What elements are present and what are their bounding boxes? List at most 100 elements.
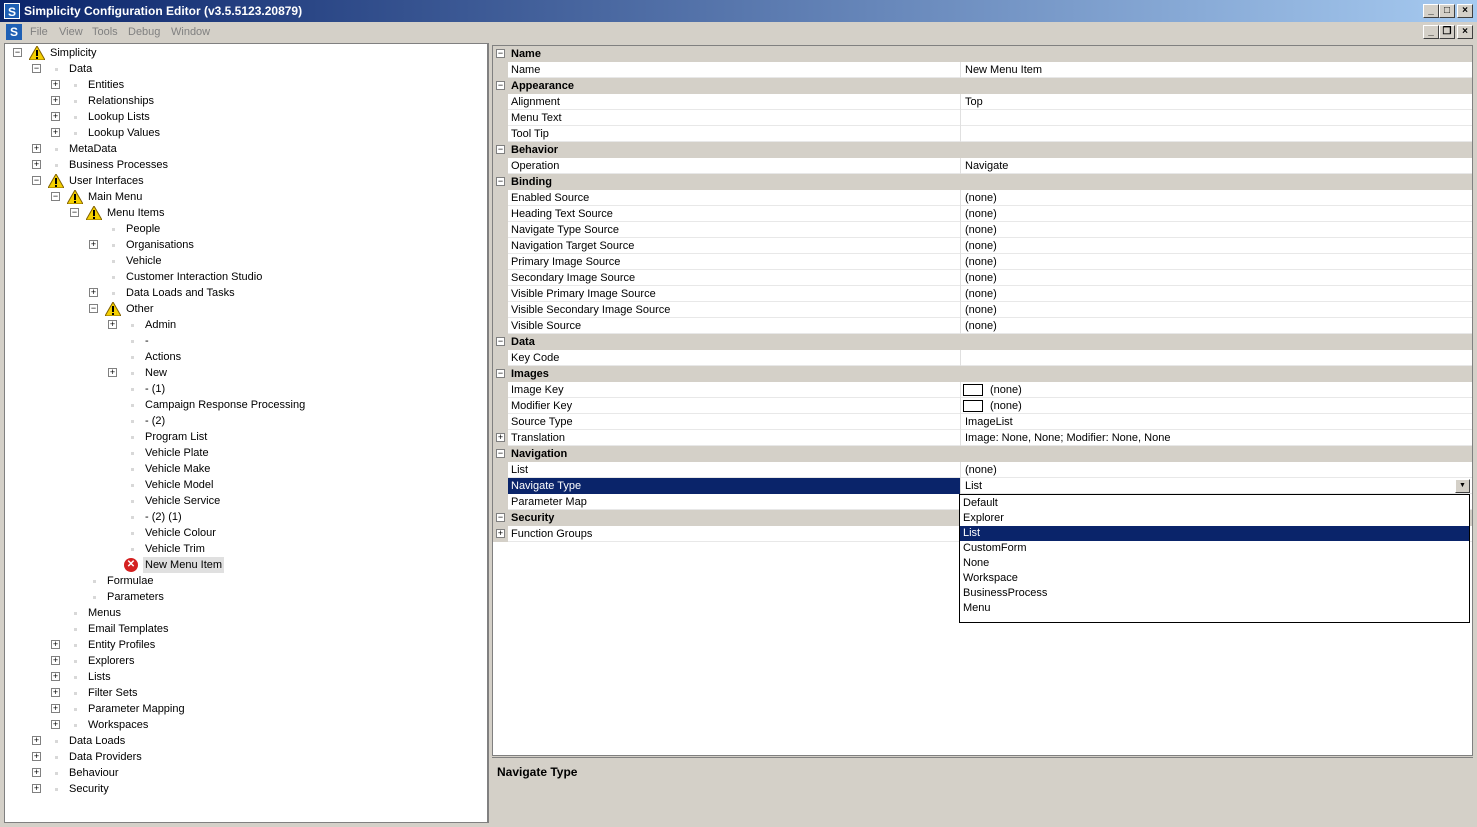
property-value[interactable]: (none) (965, 238, 997, 254)
property-value[interactable]: (none) (965, 286, 997, 302)
pane-splitter[interactable] (488, 43, 491, 823)
tree-item[interactable]: + Organisations (5, 237, 485, 253)
property-grid[interactable]: − Name Name New Menu Item − Appearance Alignme… (492, 45, 1473, 756)
property-row[interactable]: Source Type ImageList (493, 414, 1472, 430)
expand-icon[interactable]: + (32, 160, 41, 169)
property-value[interactable]: (none) (990, 382, 1022, 398)
collapse-icon[interactable]: − (496, 145, 505, 154)
close-button[interactable]: × (1457, 4, 1473, 18)
tree-item[interactable]: + Data Loads (5, 733, 485, 749)
mdi-restore-button[interactable]: ❐ (1439, 25, 1455, 39)
tree-item[interactable]: Vehicle Model (5, 477, 485, 493)
property-value[interactable]: (none) (965, 318, 997, 334)
expand-icon[interactable]: + (32, 752, 41, 761)
collapse-icon[interactable]: − (496, 177, 505, 186)
tree-item[interactable]: − Data (5, 61, 485, 77)
property-value[interactable]: (none) (965, 270, 997, 286)
tree-item[interactable]: Program List (5, 429, 485, 445)
collapse-icon[interactable]: − (32, 64, 41, 73)
tree-item[interactable]: − Main Menu (5, 189, 485, 205)
maximize-button[interactable]: □ (1439, 4, 1455, 18)
property-row[interactable]: + Translation Image: None, None; Modifier:… (493, 430, 1472, 446)
dropdown-option[interactable]: BusinessProcess (960, 586, 1469, 601)
expand-icon[interactable]: + (51, 720, 60, 729)
expand-icon[interactable]: + (51, 128, 60, 137)
collapse-icon[interactable]: − (496, 49, 505, 58)
expand-icon[interactable]: + (51, 704, 60, 713)
property-category[interactable]: − Appearance (493, 78, 1472, 94)
tree-item[interactable]: + Lists (5, 669, 485, 685)
property-category[interactable]: − Images (493, 366, 1472, 382)
collapse-icon[interactable]: − (32, 176, 41, 185)
collapse-icon[interactable]: − (496, 369, 505, 378)
tree-item[interactable]: + Entities (5, 77, 485, 93)
property-value[interactable]: Navigate (965, 158, 1008, 174)
property-value[interactable]: ImageList (965, 414, 1013, 430)
collapse-icon[interactable]: − (496, 449, 505, 458)
expand-icon[interactable]: + (32, 784, 41, 793)
tree-item[interactable]: Formulae (5, 573, 485, 589)
tree-item[interactable]: - (2) (5, 413, 485, 429)
tree-item[interactable]: + Lookup Values (5, 125, 485, 141)
property-row[interactable]: Key Code (493, 350, 1472, 366)
property-row[interactable]: Image Key (none) (493, 382, 1472, 398)
property-row[interactable]: Modifier Key (none) (493, 398, 1472, 414)
tree-item[interactable]: Campaign Response Processing (5, 397, 485, 413)
menu-view[interactable]: View (59, 26, 83, 38)
tree-item[interactable]: + Explorers (5, 653, 485, 669)
tree-item[interactable]: + Behaviour (5, 765, 485, 781)
tree-item[interactable]: + Data Providers (5, 749, 485, 765)
menu-file[interactable]: File (30, 26, 48, 38)
expand-icon[interactable]: + (51, 112, 60, 121)
tree-item[interactable]: − Simplicity (5, 45, 485, 61)
collapse-icon[interactable]: − (51, 192, 60, 201)
tree-item[interactable]: Vehicle Service (5, 493, 485, 509)
menu-window[interactable]: Window (171, 26, 210, 38)
tree-item[interactable]: Vehicle (5, 253, 485, 269)
property-value[interactable]: List (965, 478, 982, 494)
property-row[interactable]: Visible Source (none) (493, 318, 1472, 334)
tree-item[interactable]: Email Templates (5, 621, 485, 637)
property-row[interactable]: List (none) (493, 462, 1472, 478)
expand-icon[interactable]: + (108, 320, 117, 329)
expand-icon[interactable]: + (51, 640, 60, 649)
dropdown-option[interactable]: Default (960, 496, 1469, 511)
dropdown-option[interactable]: Workspace (960, 571, 1469, 586)
tree-item[interactable]: + Relationships (5, 93, 485, 109)
tree-item[interactable]: + Business Processes (5, 157, 485, 173)
property-row[interactable]: Navigation Target Source (none) (493, 238, 1472, 254)
minimize-button[interactable]: _ (1423, 4, 1439, 18)
collapse-icon[interactable]: − (496, 337, 505, 346)
tree-item[interactable]: + Data Loads and Tasks (5, 285, 485, 301)
expand-icon[interactable]: + (51, 672, 60, 681)
property-category[interactable]: − Navigation (493, 446, 1472, 462)
property-row[interactable]: Tool Tip (493, 126, 1472, 142)
tree-item[interactable]: − User Interfaces (5, 173, 485, 189)
menu-tools[interactable]: Tools (92, 26, 118, 38)
property-row[interactable]: Navigate Type Source (none) (493, 222, 1472, 238)
property-row[interactable]: Menu Text (493, 110, 1472, 126)
tree-item[interactable]: ✕ New Menu Item (5, 557, 485, 573)
expand-icon[interactable]: + (89, 240, 98, 249)
dropdown-option[interactable]: CustomForm (960, 541, 1469, 556)
tree-item[interactable]: Customer Interaction Studio (5, 269, 485, 285)
expand-icon[interactable]: + (32, 144, 41, 153)
property-row[interactable]: Visible Primary Image Source (none) (493, 286, 1472, 302)
tree-item[interactable]: Menus (5, 605, 485, 621)
property-row[interactable]: Enabled Source (none) (493, 190, 1472, 206)
mdi-minimize-button[interactable]: _ (1423, 25, 1439, 39)
property-category[interactable]: − Name (493, 46, 1472, 62)
expand-icon[interactable]: + (51, 96, 60, 105)
property-category[interactable]: − Binding (493, 174, 1472, 190)
expand-icon[interactable]: + (32, 736, 41, 745)
tree-item[interactable]: + Security (5, 781, 485, 797)
property-row[interactable]: Alignment Top (493, 94, 1472, 110)
configuration-tree[interactable]: − Simplicity − Data + Entities + Relationships +… (4, 43, 488, 823)
property-row[interactable]: Name New Menu Item (493, 62, 1472, 78)
dropdown-option[interactable]: List (960, 526, 1469, 541)
tree-item[interactable]: People (5, 221, 485, 237)
property-value[interactable]: New Menu Item (965, 62, 1042, 78)
expand-icon[interactable]: + (51, 80, 60, 89)
tree-item[interactable]: Vehicle Make (5, 461, 485, 477)
property-value[interactable]: Top (965, 94, 983, 110)
